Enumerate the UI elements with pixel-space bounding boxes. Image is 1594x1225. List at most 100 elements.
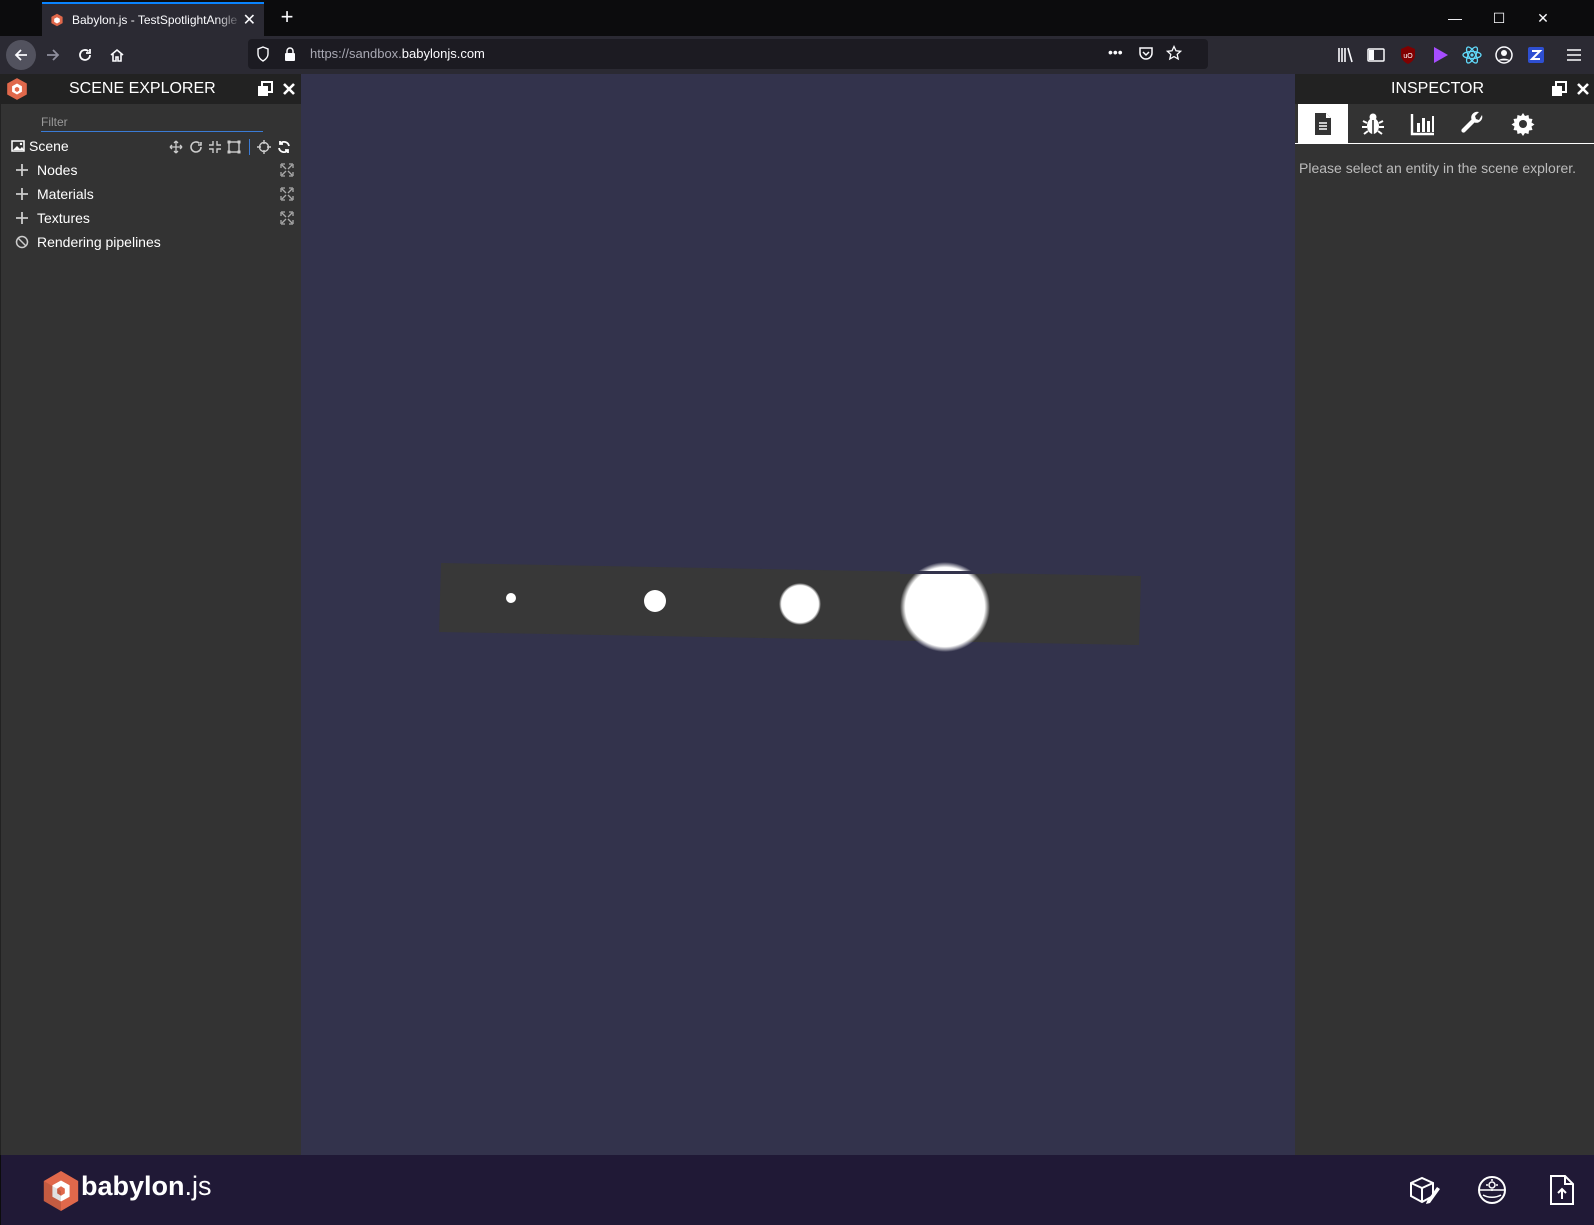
reload-button[interactable] [70, 40, 100, 70]
account-icon[interactable] [1492, 43, 1516, 67]
close-icon[interactable] [1575, 81, 1591, 97]
svg-text:uO: uO [1403, 53, 1413, 60]
arrow-right-icon [47, 49, 60, 61]
maximize-button[interactable]: ☐ [1484, 6, 1514, 30]
plus-icon[interactable] [15, 187, 29, 201]
bug-icon [1362, 113, 1384, 135]
inspector-toggle-icon[interactable] [1407, 1173, 1441, 1207]
back-button[interactable] [6, 40, 36, 70]
scene-explorer-title: SCENE EXPLORER [69, 80, 216, 97]
inspector-tabs [1295, 104, 1594, 144]
expand-all-icon[interactable] [280, 187, 294, 201]
spotlight-spot-2 [644, 590, 666, 612]
popout-icon[interactable] [1551, 81, 1567, 97]
menu-icon[interactable] [1562, 43, 1586, 67]
bookmark-star-icon[interactable] [1166, 45, 1182, 61]
tree-item-materials[interactable]: Materials [1, 184, 301, 206]
browser-tab[interactable]: Babylon.js - TestSpotlightAngle ✕ [42, 2, 264, 36]
tab-tools[interactable] [1448, 104, 1498, 144]
reload-icon [79, 49, 91, 61]
document-icon [1315, 113, 1331, 135]
inspector-empty-message: Please select an entity in the scene exp… [1299, 160, 1577, 176]
brand-wordmark[interactable]: babylon.js [81, 1171, 212, 1202]
tree-item-label: Nodes [37, 162, 78, 178]
lock-icon[interactable] [284, 47, 296, 61]
home-button[interactable] [102, 40, 132, 70]
expand-all-icon[interactable] [280, 163, 294, 177]
image-icon [11, 140, 25, 152]
tree-item-label: Textures [37, 210, 90, 226]
plus-icon[interactable] [15, 163, 29, 177]
scale-gizmo-icon[interactable] [208, 140, 222, 154]
forward-button[interactable] [38, 40, 68, 70]
tree-item-label: Materials [37, 186, 94, 202]
tree-item-scene[interactable]: Scene [1, 136, 301, 158]
tree-item-label: Rendering pipelines [37, 234, 161, 250]
tab-title: Babylon.js - TestSpotlightAngle [72, 13, 238, 27]
crosshair-icon[interactable] [257, 140, 271, 154]
tab-statistics[interactable] [1398, 104, 1448, 144]
refresh-icon[interactable] [277, 140, 291, 154]
page-actions-icon[interactable]: ••• [1108, 44, 1123, 60]
zotero-icon[interactable] [1524, 43, 1548, 67]
url-bar[interactable]: https://sandbox.babylonjs.com ••• [248, 39, 1208, 69]
minimize-button[interactable]: — [1440, 6, 1470, 30]
spotlight-spot-4 [900, 562, 990, 652]
filter-input[interactable] [41, 112, 263, 132]
tree-item-rendering-pipelines[interactable]: Rendering pipelines [1, 232, 301, 254]
scene-render [439, 562, 1141, 652]
sidebar-icon[interactable] [1364, 43, 1388, 67]
chart-icon [1410, 114, 1434, 136]
tab-properties[interactable] [1298, 104, 1348, 144]
new-tab-button[interactable]: + [274, 4, 300, 30]
tree-item-nodes[interactable]: Nodes [1, 160, 301, 182]
pocket-icon[interactable] [1138, 45, 1154, 61]
react-devtools-icon[interactable] [1460, 43, 1484, 67]
brand-suffix: .js [184, 1171, 212, 1201]
scene-label: Scene [29, 138, 69, 154]
toolbar-divider [249, 139, 250, 155]
tab-settings[interactable] [1498, 104, 1548, 144]
tab-debug[interactable] [1348, 104, 1398, 144]
home-icon [110, 48, 124, 62]
move-gizmo-icon[interactable] [169, 140, 183, 154]
bounding-box-gizmo-icon[interactable] [227, 140, 241, 154]
tab-close-icon[interactable]: ✕ [243, 10, 256, 30]
url-prefix: https://sandbox. [310, 46, 402, 61]
close-icon[interactable] [281, 81, 297, 97]
scene-explorer-header: SCENE EXPLORER [1, 74, 301, 104]
tree-item-textures[interactable]: Textures [1, 208, 301, 230]
babylon-favicon-icon [51, 13, 63, 27]
babylon-logo-icon[interactable] [41, 1170, 81, 1212]
inspector-panel: INSPECTOR Please select an entity in the… [1295, 74, 1594, 1155]
ublock-icon[interactable]: uO [1396, 43, 1420, 67]
popout-icon[interactable] [257, 81, 273, 97]
spotlight-spot-3 [779, 583, 821, 625]
brand-main: babylon [81, 1171, 185, 1201]
rotate-gizmo-icon[interactable] [189, 140, 203, 154]
spot-clip-top [900, 571, 992, 574]
upload-file-icon[interactable] [1545, 1173, 1579, 1207]
ban-icon [15, 235, 29, 249]
library-icon[interactable] [1334, 43, 1358, 67]
babylon-logo-icon [7, 78, 27, 100]
url-text[interactable]: https://sandbox.babylonjs.com [310, 46, 485, 61]
spotlight-spot-1 [506, 593, 516, 603]
browser-nav-bar: https://sandbox.babylonjs.com ••• uO [0, 36, 1594, 74]
render-canvas[interactable] [301, 74, 1295, 1155]
shield-icon[interactable] [256, 46, 270, 62]
inspector-title: INSPECTOR [1391, 80, 1485, 97]
inspector-header: INSPECTOR [1295, 74, 1594, 104]
play-extension-icon[interactable] [1428, 43, 1452, 67]
gear-icon [1511, 113, 1535, 136]
url-domain: babylonjs.com [401, 46, 485, 61]
expand-all-icon[interactable] [280, 211, 294, 225]
environment-icon[interactable] [1475, 1173, 1509, 1207]
browser-tab-bar: Babylon.js - TestSpotlightAngle ✕ + — ☐ … [0, 0, 1594, 36]
scene-explorer-panel: SCENE EXPLORER Scene Nodes Materials [0, 74, 301, 1155]
sandbox-footer: babylon.js [0, 1155, 1594, 1225]
plus-icon[interactable] [15, 211, 29, 225]
wrench-icon [1461, 111, 1483, 133]
close-window-button[interactable]: ✕ [1528, 6, 1558, 30]
screen: Babylon.js - TestSpotlightAngle ✕ + — ☐ … [0, 0, 1594, 1225]
